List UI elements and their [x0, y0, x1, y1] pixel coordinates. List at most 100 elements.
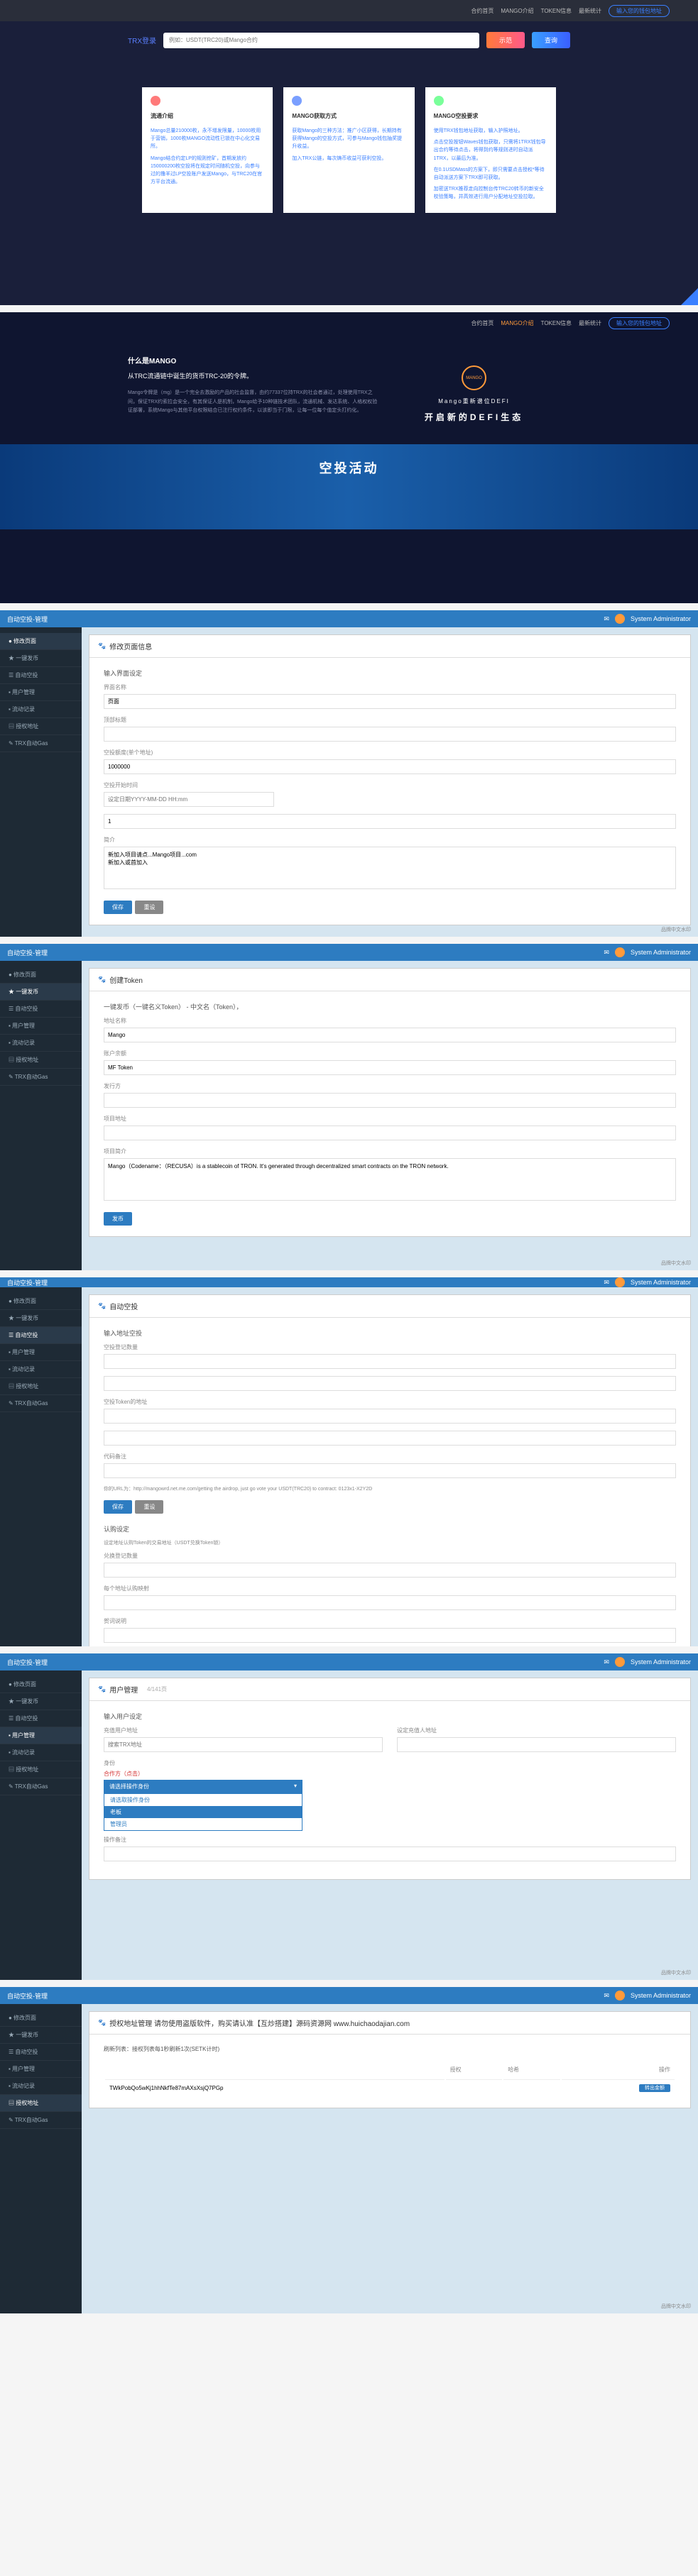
auth-table: 授权 哈希 操作 TWkPobQo5wKj1hhNkfTe87mAXsXsjQ7… — [104, 2060, 676, 2097]
sidebar-item-auth[interactable]: ▤ 授权地址 — [0, 1761, 82, 1778]
create-token-button[interactable]: 发币 — [104, 1212, 132, 1226]
partner-link[interactable]: 合作方（点击） — [104, 1770, 302, 1778]
num-input[interactable] — [104, 814, 676, 829]
greeting-input[interactable] — [104, 1628, 676, 1643]
sidebar-item-auth[interactable]: ▤ 授权地址 — [0, 2095, 82, 2112]
reset-button[interactable]: 重设 — [135, 1500, 163, 1514]
field-label: 空投额度(单个地址) — [104, 749, 676, 756]
sidebar-item-token[interactable]: ★ 一键发币 — [0, 650, 82, 667]
sidebar-item-flow[interactable]: ▪ 流动记录 — [0, 701, 82, 718]
paw-icon — [98, 1302, 106, 1310]
title-input[interactable] — [104, 727, 676, 742]
sidebar-item-airdrop[interactable]: ☰ 自动空投 — [0, 667, 82, 684]
search-input[interactable] — [163, 33, 479, 48]
nav-link[interactable]: MANGO介绍 — [501, 319, 533, 327]
sidebar-item-token[interactable]: ★ 一键发币 — [0, 2027, 82, 2044]
sidebar-item-users[interactable]: ▪ 用户管理 — [0, 1018, 82, 1035]
mail-icon[interactable]: ✉ — [604, 949, 609, 957]
footer-watermark: 品牌中文水印 — [661, 926, 691, 933]
sidebar-item-airdrop[interactable]: ☰ 自动空投 — [0, 1001, 82, 1018]
token-balance-input[interactable] — [104, 1060, 676, 1075]
sidebar-item-trx[interactable]: ✎ TRX自动Gas — [0, 2112, 82, 2129]
extra-input[interactable] — [104, 1376, 676, 1391]
mail-icon[interactable]: ✉ — [604, 1658, 609, 1666]
sidebar-item-trx[interactable]: ✎ TRX自动Gas — [0, 1395, 82, 1412]
user-addr-input[interactable] — [104, 1737, 383, 1752]
save-button[interactable]: 保存 — [104, 1500, 132, 1514]
sidebar-item-page[interactable]: ● 修改页面 — [0, 2010, 82, 2027]
nav-link[interactable]: TOKEN信息 — [541, 7, 572, 15]
per-addr-input[interactable] — [104, 1595, 676, 1610]
avatar-icon[interactable] — [615, 1991, 625, 2000]
corner-badge-icon[interactable] — [681, 288, 698, 305]
demo-button[interactable]: 示范 — [486, 32, 525, 48]
role-select[interactable]: 请选择操作身份▾ — [104, 1780, 302, 1793]
mail-icon[interactable]: ✉ — [604, 615, 609, 623]
nav-link[interactable]: 合约首页 — [471, 319, 493, 327]
avatar-icon[interactable] — [615, 947, 625, 957]
sidebar-item-auth[interactable]: ▤ 授权地址 — [0, 718, 82, 735]
mail-icon[interactable]: ✉ — [604, 1992, 609, 2000]
card-text: 加密送TRX推荐走向控制台传TRC20转币的新安全校验策略，并高效进行用户分配地… — [434, 185, 547, 201]
sidebar-item-trx[interactable]: ✎ TRX自动Gas — [0, 1069, 82, 1086]
sidebar-item-airdrop[interactable]: ☰ 自动空投 — [0, 1327, 82, 1344]
mail-icon[interactable]: ✉ — [604, 1279, 609, 1287]
sidebar-item-page[interactable]: ● 修改页面 — [0, 1676, 82, 1693]
recharge-addr-input[interactable] — [397, 1737, 676, 1752]
sidebar-item-token[interactable]: ★ 一键发币 — [0, 984, 82, 1001]
sidebar-item-auth[interactable]: ▤ 授权地址 — [0, 1378, 82, 1395]
role-option[interactable]: 管理员 — [104, 1818, 302, 1830]
nav-link[interactable]: 合约首页 — [471, 7, 493, 15]
sidebar-item-page[interactable]: ● 修改页面 — [0, 633, 82, 650]
nav-link[interactable]: 最新统计 — [579, 7, 601, 15]
page-name-input[interactable] — [104, 694, 676, 709]
sidebar: ● 修改页面 ★ 一键发币 ☰ 自动空投 ▪ 用户管理 ▪ 流动记录 ▤ 授权地… — [0, 627, 82, 937]
intro-textarea[interactable]: 新加入项目请点...Mango项目...com 新加入或首加入 — [104, 847, 676, 889]
remark-input[interactable] — [104, 1463, 676, 1478]
project-desc-textarea[interactable]: Mango（Codename：（RECUSA）is a stablecoin o… — [104, 1158, 676, 1201]
sidebar-item-flow[interactable]: ▪ 流动记录 — [0, 2078, 82, 2095]
sidebar-item-flow[interactable]: ▪ 流动记录 — [0, 1361, 82, 1378]
sidebar-item-users[interactable]: ▪ 用户管理 — [0, 2061, 82, 2078]
nav-link[interactable]: MANGO介绍 — [501, 7, 533, 15]
transfer-button[interactable]: 转出金额 — [639, 2084, 670, 2092]
connect-wallet-button[interactable]: 输入您的钱包地址 — [609, 5, 670, 17]
page-badge: 4/141页 — [147, 1685, 167, 1693]
remark-input[interactable] — [104, 1846, 676, 1861]
query-button[interactable]: 查询 — [532, 32, 570, 48]
exchange-qty-input[interactable] — [104, 1563, 676, 1578]
sidebar-item-page[interactable]: ● 修改页面 — [0, 967, 82, 984]
sidebar-item-trx[interactable]: ✎ TRX自动Gas — [0, 1778, 82, 1795]
avatar-icon[interactable] — [615, 1657, 625, 1667]
sidebar-item-auth[interactable]: ▤ 授权地址 — [0, 1052, 82, 1069]
sidebar-item-flow[interactable]: ▪ 流动记录 — [0, 1744, 82, 1761]
project-url-input[interactable] — [104, 1125, 676, 1140]
token-name-input[interactable] — [104, 1028, 676, 1042]
nav-link[interactable]: 最新统计 — [579, 319, 601, 327]
role-option[interactable]: 请选取操作身份 — [104, 1794, 302, 1806]
sidebar-item-trx[interactable]: ✎ TRX自动Gas — [0, 735, 82, 752]
issuer-input[interactable] — [104, 1093, 676, 1108]
sidebar-item-airdrop[interactable]: ☰ 自动空投 — [0, 1710, 82, 1727]
sidebar-item-users[interactable]: ▪ 用户管理 — [0, 1344, 82, 1361]
reset-button[interactable]: 重设 — [135, 901, 163, 914]
sidebar-item-token[interactable]: ★ 一键发币 — [0, 1310, 82, 1327]
sidebar-item-flow[interactable]: ▪ 流动记录 — [0, 1035, 82, 1052]
token-addr-input[interactable] — [104, 1409, 676, 1424]
airdrop-amount-input[interactable] — [104, 759, 676, 774]
avatar-icon[interactable] — [615, 1277, 625, 1287]
date-input[interactable] — [104, 792, 274, 807]
nav-link[interactable]: TOKEN信息 — [541, 319, 572, 327]
sidebar-item-users[interactable]: ▪ 用户管理 — [0, 1727, 82, 1744]
sidebar-item-users[interactable]: ▪ 用户管理 — [0, 684, 82, 701]
sidebar-item-airdrop[interactable]: ☰ 自动空投 — [0, 2044, 82, 2061]
save-button[interactable]: 保存 — [104, 901, 132, 914]
extra-input[interactable] — [104, 1431, 676, 1446]
airdrop-qty-input[interactable] — [104, 1354, 676, 1369]
field-label: 界面名称 — [104, 683, 676, 691]
role-option[interactable]: 老板 — [104, 1806, 302, 1818]
sidebar-item-token[interactable]: ★ 一键发币 — [0, 1693, 82, 1710]
avatar-icon[interactable] — [615, 614, 625, 624]
connect-wallet-button[interactable]: 输入您的钱包地址 — [609, 317, 670, 329]
sidebar-item-page[interactable]: ● 修改页面 — [0, 1293, 82, 1310]
